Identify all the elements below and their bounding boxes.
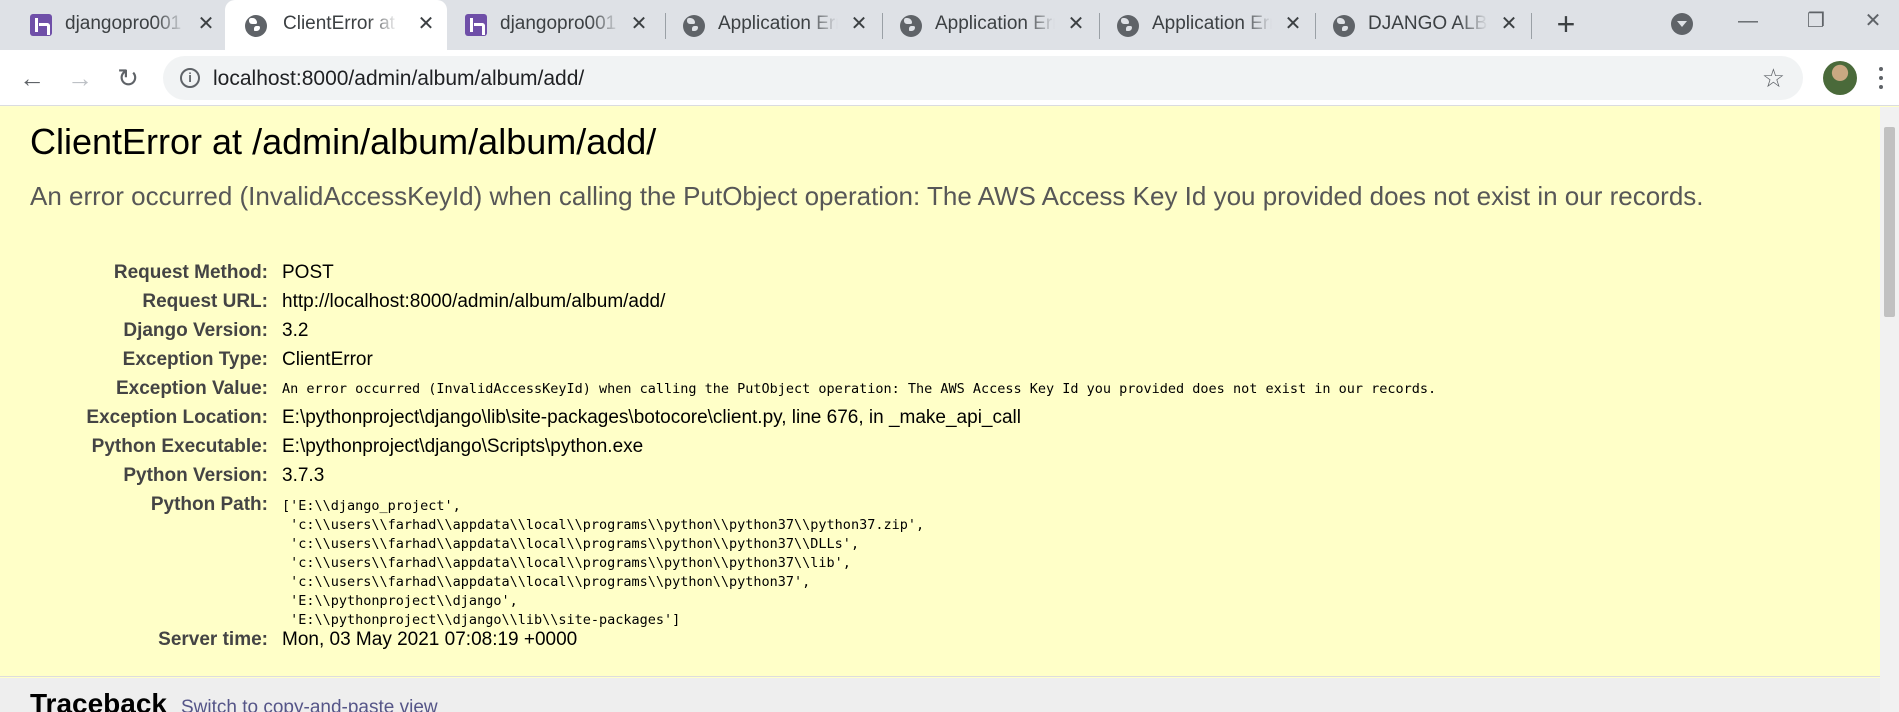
globe-icon (1333, 15, 1355, 37)
meta-value: E:\pythonproject\django\Scripts\python.e… (282, 436, 644, 457)
back-button[interactable]: ← (16, 62, 48, 94)
traceback-heading: Traceback (30, 688, 167, 712)
address-bar[interactable]: i localhost:8000/admin/album/album/add/ … (163, 56, 1803, 100)
tab-application-error-3[interactable]: Application Error ✕ (1100, 0, 1316, 50)
close-tab-icon[interactable]: ✕ (415, 13, 437, 35)
tab-separator (1531, 13, 1532, 39)
meta-value: E:\pythonproject\django\lib\site-package… (282, 407, 1021, 428)
tab-title: ClientError at /admin/album/album/add/ (283, 13, 398, 35)
meta-key: Python Version: (123, 465, 268, 486)
meta-key: Django Version: (123, 320, 268, 341)
minimize-button[interactable]: — (1733, 6, 1763, 36)
exception-message: An error occurred (InvalidAccessKeyId) w… (30, 181, 1704, 211)
tab-title: Application Error (935, 13, 1055, 35)
meta-key: Exception Type: (122, 349, 268, 370)
meta-key: Exception Value: (115, 378, 268, 399)
meta-key: Python Executable: (91, 436, 268, 457)
meta-value: 3.2 (282, 320, 309, 341)
tab-title: Application Error (1152, 13, 1272, 35)
page-content: ClientError at /admin/album/album/add/ A… (0, 107, 1880, 712)
meta-key: Request Method: (113, 262, 268, 283)
meta-value: An error occurred (InvalidAccessKeyId) w… (282, 381, 1437, 397)
reload-button[interactable]: ↻ (112, 62, 144, 94)
heroku-icon (465, 14, 487, 36)
page-scrollbar[interactable] (1880, 107, 1899, 712)
site-info-icon[interactable]: i (180, 68, 200, 88)
tab-heroku-1[interactable]: djangopro001 | Heroku ✕ (0, 0, 223, 50)
heroku-icon (30, 14, 52, 36)
tab-application-error-2[interactable]: Application Error ✕ (883, 0, 1099, 50)
window-close-button[interactable]: ✕ (1858, 6, 1888, 36)
traceback-section: Traceback Switch to copy-and-paste view (0, 678, 1880, 712)
meta-value: POST (282, 262, 334, 283)
tab-strip: djangopro001 | Heroku ✕ ClientError at /… (0, 0, 1899, 50)
restore-button[interactable]: ❐ (1801, 6, 1831, 36)
close-tab-icon[interactable]: ✕ (1498, 13, 1520, 35)
url-text[interactable]: localhost:8000/admin/album/album/add/ (213, 67, 584, 91)
forward-button[interactable]: → (64, 62, 96, 94)
tab-application-error-1[interactable]: Application Error ✕ (666, 0, 882, 50)
python-path-value: ['E:\\django_project', 'c:\\users\\farha… (282, 498, 925, 628)
globe-icon (245, 15, 267, 37)
tab-heroku-2[interactable]: djangopro001 | Heroku ✕ (448, 0, 664, 50)
close-tab-icon[interactable]: ✕ (1065, 13, 1087, 35)
meta-key: Python Path: (150, 494, 268, 515)
error-summary: ClientError at /admin/album/album/add/ A… (0, 107, 1880, 677)
copy-paste-view-link[interactable]: Switch to copy-and-paste view (181, 697, 438, 712)
tab-title: djangopro001 | Heroku (500, 13, 620, 35)
meta-value: Mon, 03 May 2021 07:08:19 +0000 (282, 629, 578, 650)
new-tab-button[interactable]: + (1549, 8, 1583, 42)
globe-icon (900, 15, 922, 37)
meta-key: Server time: (158, 629, 268, 650)
profile-avatar[interactable] (1823, 61, 1857, 95)
meta-value: 3.7.3 (282, 465, 325, 486)
browser-toolbar: ← → ↻ i localhost:8000/admin/album/album… (0, 50, 1899, 106)
meta-key: Exception Location: (86, 407, 268, 428)
close-tab-icon[interactable]: ✕ (848, 13, 870, 35)
globe-icon (1117, 15, 1139, 37)
tab-search-icon[interactable] (1671, 13, 1693, 35)
tab-title: DJANGO ALBUM (1368, 13, 1488, 35)
tab-title: Application Error (718, 13, 838, 35)
globe-icon (683, 15, 705, 37)
close-tab-icon[interactable]: ✕ (195, 13, 217, 35)
scrollbar-thumb[interactable] (1884, 127, 1895, 317)
browser-menu-icon[interactable] (1876, 62, 1886, 94)
meta-key: Request URL: (142, 291, 268, 312)
bookmark-star-icon[interactable]: ☆ (1762, 63, 1785, 94)
tab-django-album[interactable]: DJANGO ALBUM ✕ (1316, 0, 1532, 50)
meta-value: http://localhost:8000/admin/album/album/… (282, 291, 666, 312)
meta-value: ClientError (282, 349, 373, 370)
error-title: ClientError at /admin/album/album/add/ (30, 121, 657, 162)
tab-title: djangopro001 | Heroku (65, 13, 185, 35)
close-tab-icon[interactable]: ✕ (628, 13, 650, 35)
close-tab-icon[interactable]: ✕ (1282, 13, 1304, 35)
tab-client-error[interactable]: ClientError at /admin/album/album/add/ ✕ (225, 0, 447, 50)
